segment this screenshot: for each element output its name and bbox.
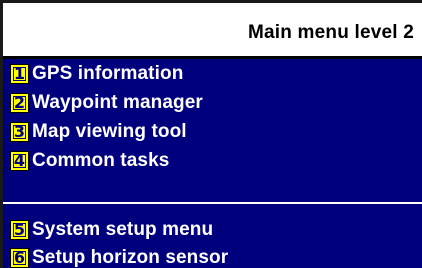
key-6-badge: 6 (10, 248, 29, 268)
menu-item-label: Waypoint manager (32, 92, 203, 113)
menu-item-setup-horizon-sensor[interactable]: 6 Setup horizon sensor (10, 246, 228, 268)
menu-item-map-viewing-tool[interactable]: 3 Map viewing tool (10, 120, 187, 144)
key-1-badge: 1 (10, 64, 29, 84)
menu-item-label: Setup horizon sensor (32, 247, 229, 268)
key-2-badge: 2 (10, 93, 29, 113)
key-5-badge: 5 (10, 220, 29, 240)
menu-item-label: GPS information (32, 63, 184, 84)
menu-divider (3, 202, 422, 204)
menu-item-gps-information[interactable]: 1 GPS information (10, 62, 183, 86)
menu-item-waypoint-manager[interactable]: 2 Waypoint manager (10, 91, 203, 115)
menu-item-common-tasks[interactable]: 4 Common tasks (10, 149, 169, 173)
menu-item-system-setup-menu[interactable]: 5 System setup menu (10, 218, 213, 242)
menu-screen: Main menu level 2 1 GPS information 2 Wa… (0, 0, 422, 268)
menu-item-label: Common tasks (32, 150, 170, 171)
key-3-badge: 3 (10, 122, 29, 142)
menu-item-label: System setup menu (32, 219, 214, 240)
title-bar: Main menu level 2 (3, 3, 422, 56)
page-title: Main menu level 2 (247, 22, 414, 43)
key-4-badge: 4 (10, 151, 29, 171)
menu-item-label: Map viewing tool (32, 121, 187, 142)
